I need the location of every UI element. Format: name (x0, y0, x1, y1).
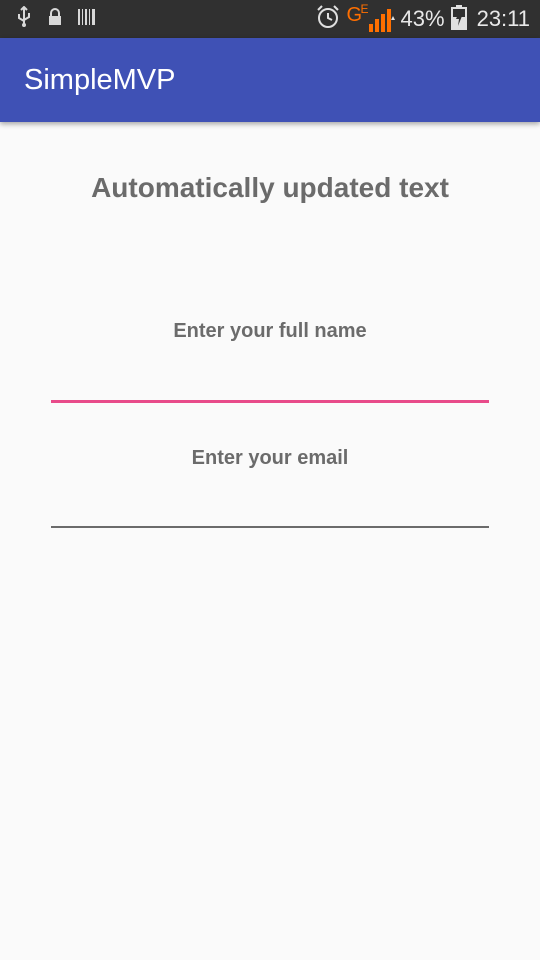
email-label: Enter your email (191, 447, 349, 469)
barcode-icon (78, 7, 96, 32)
headline-text: Automatically updated text (91, 172, 449, 203)
status-right-icons: G E 43% 23:11 (315, 0, 530, 38)
lock-icon (48, 7, 62, 31)
alarm-icon (315, 4, 341, 35)
email-input[interactable] (51, 486, 489, 528)
main-content: Automatically updated text Enter your fu… (0, 122, 540, 960)
full-name-label: Enter your full name (173, 320, 367, 342)
app-bar: SimpleMVP (0, 38, 540, 122)
network-type-indicator: G E (347, 2, 395, 37)
full-name-input[interactable] (51, 360, 489, 403)
battery-icon (450, 4, 467, 35)
status-left-icons (16, 5, 96, 33)
status-bar: G E 43% 23:11 (0, 0, 540, 38)
app-title: SimpleMVP (24, 64, 176, 96)
battery-percent: 43% (400, 6, 445, 31)
usb-icon (16, 5, 32, 33)
network-subtype-label: E (360, 2, 369, 16)
signal-icon (368, 8, 395, 37)
clock: 23:11 (476, 6, 530, 31)
